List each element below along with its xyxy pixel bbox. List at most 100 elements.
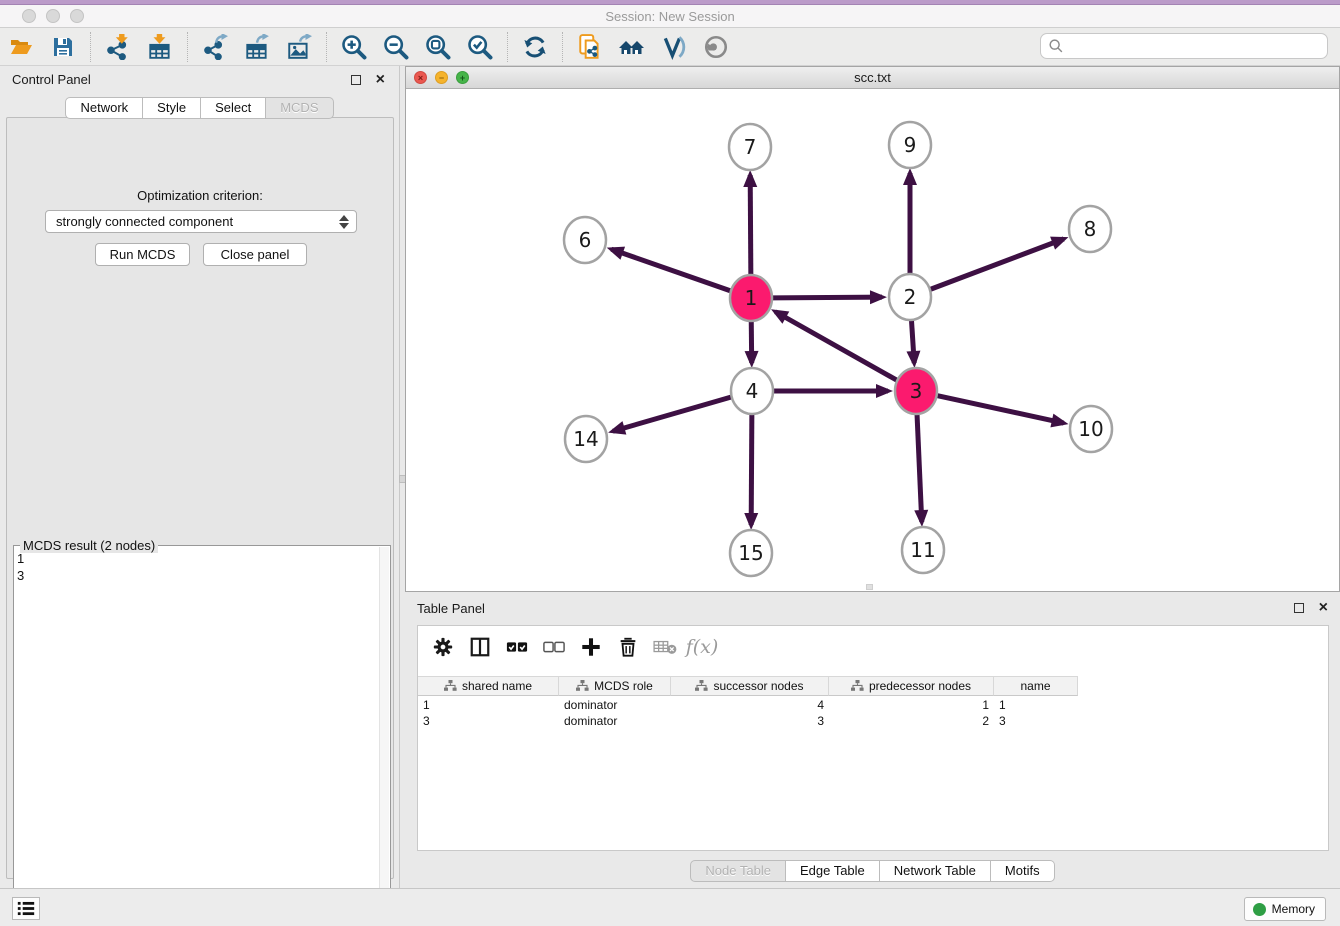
cell-MCDS-role[interactable]: dominator [559,713,671,729]
export-network-icon[interactable] [198,31,232,63]
function-builder-icon[interactable]: f(x) [687,632,717,662]
task-history-button[interactable] [12,897,40,920]
svg-text:7: 7 [744,135,757,159]
delete-table-icon[interactable] [650,632,680,662]
search-icon [1047,37,1065,55]
tab-edge-table[interactable]: Edge Table [786,860,880,882]
toolbar-separator [562,32,563,62]
graph-svg: 1 2 3 4 6 7 8 9 10 11 14 15 [406,89,1339,591]
canvas-grip[interactable] [866,584,873,590]
node-10[interactable]: 10 [1070,406,1112,452]
cell-MCDS-role[interactable]: dominator [559,697,671,713]
tab-network-table[interactable]: Network Table [880,860,991,882]
zoom-fit-icon[interactable] [421,31,455,63]
edge-1-2[interactable] [773,297,882,298]
columns-icon[interactable] [465,632,495,662]
vizmap-icon[interactable] [657,31,691,63]
column-header-MCDS-role[interactable]: MCDS role [559,676,671,696]
edge-4-15[interactable] [751,413,752,525]
column-header-shared-name[interactable]: shared name [418,676,559,696]
node-15[interactable]: 15 [730,530,772,576]
node-3[interactable]: 3 [895,368,937,414]
deselect-all-icon[interactable] [539,632,569,662]
table-row[interactable]: 1dominator411 [418,697,1328,713]
export-table-icon[interactable] [240,31,274,63]
network-window-titlebar[interactable]: × − + scc.txt [406,67,1339,89]
node-2[interactable]: 2 [889,274,931,320]
close-table-panel-icon[interactable]: × [1319,602,1328,614]
tab-mcds[interactable]: MCDS [266,97,333,119]
edge-1-7[interactable] [750,175,751,276]
zoom-selected-icon[interactable] [463,31,497,63]
edge-4-14[interactable] [613,397,731,431]
column-type-icon [851,680,864,692]
column-header-name[interactable]: name [994,676,1078,696]
cell-name[interactable]: 3 [994,713,1078,729]
dropdown-stepper-icon [339,214,349,230]
network-canvas[interactable]: 1 2 3 4 6 7 8 9 10 11 14 15 [406,89,1339,591]
search-input[interactable] [1065,36,1327,56]
export-image-icon[interactable] [282,31,316,63]
delete-column-icon[interactable] [613,632,643,662]
close-panel-button[interactable]: Close panel [203,243,307,266]
cell-name[interactable]: 1 [994,697,1078,713]
cell-successor-nodes[interactable]: 4 [671,697,829,713]
column-header-predecessor-nodes[interactable]: predecessor nodes [829,676,994,696]
gear-icon[interactable] [428,632,458,662]
table-row[interactable]: 3dominator323 [418,713,1328,729]
cell-predecessor-nodes[interactable]: 1 [829,697,994,713]
zoom-in-icon[interactable] [337,31,371,63]
edge-3-10[interactable] [937,396,1063,423]
tab-network[interactable]: Network [65,97,143,119]
node-6[interactable]: 6 [564,217,606,263]
edge-1-6[interactable] [611,249,730,291]
mcds-result-text[interactable]: 1 3 [17,550,376,925]
tab-style[interactable]: Style [143,97,201,119]
select-all-icon[interactable] [502,632,532,662]
tab-node-table[interactable]: Node Table [690,860,786,882]
cell-shared-name[interactable]: 1 [418,697,559,713]
float-table-panel-icon[interactable] [1294,603,1304,613]
node-14[interactable]: 14 [565,416,607,462]
import-table-icon[interactable] [143,31,177,63]
edge-3-1[interactable] [775,312,896,380]
first-neighbors-icon[interactable] [615,31,649,63]
control-panel-header: Control Panel × [0,66,399,94]
hide-icon[interactable] [699,31,733,63]
open-session-icon[interactable] [4,31,38,63]
node-1[interactable]: 1 [730,275,772,321]
criterion-dropdown[interactable]: strongly connected component [45,210,357,233]
tab-motifs[interactable]: Motifs [991,860,1055,882]
search-field[interactable] [1040,33,1328,59]
cell-successor-nodes[interactable]: 3 [671,713,829,729]
save-session-icon[interactable] [46,31,80,63]
column-header-label: shared name [462,679,532,693]
refresh-icon[interactable] [518,31,552,63]
edge-2-8[interactable] [931,239,1064,289]
node-7[interactable]: 7 [729,124,771,170]
edge-2-3[interactable] [911,319,914,363]
edge-3-11[interactable] [917,413,922,522]
cell-predecessor-nodes[interactable]: 2 [829,713,994,729]
node-9[interactable]: 9 [889,122,931,168]
node-8[interactable]: 8 [1069,206,1111,252]
clone-network-icon[interactable] [573,31,607,63]
cell-shared-name[interactable]: 3 [418,713,559,729]
control-panel: Control Panel × NetworkStyleSelectMCDS O… [0,66,400,888]
memory-label: Memory [1272,902,1315,916]
float-panel-icon[interactable] [351,75,361,85]
toolbar-separator [187,32,188,62]
close-panel-icon[interactable]: × [376,74,385,86]
column-header-label: successor nodes [713,679,803,693]
node-11[interactable]: 11 [902,527,944,573]
column-header-successor-nodes[interactable]: successor nodes [671,676,829,696]
add-column-icon[interactable] [576,632,606,662]
column-type-icon [444,680,457,692]
tab-select[interactable]: Select [201,97,266,119]
zoom-out-icon[interactable] [379,31,413,63]
result-scrollbar[interactable] [379,547,389,926]
run-mcds-button[interactable]: Run MCDS [95,243,190,266]
node-4[interactable]: 4 [731,368,773,414]
memory-button[interactable]: Memory [1244,897,1326,921]
import-network-icon[interactable] [101,31,135,63]
